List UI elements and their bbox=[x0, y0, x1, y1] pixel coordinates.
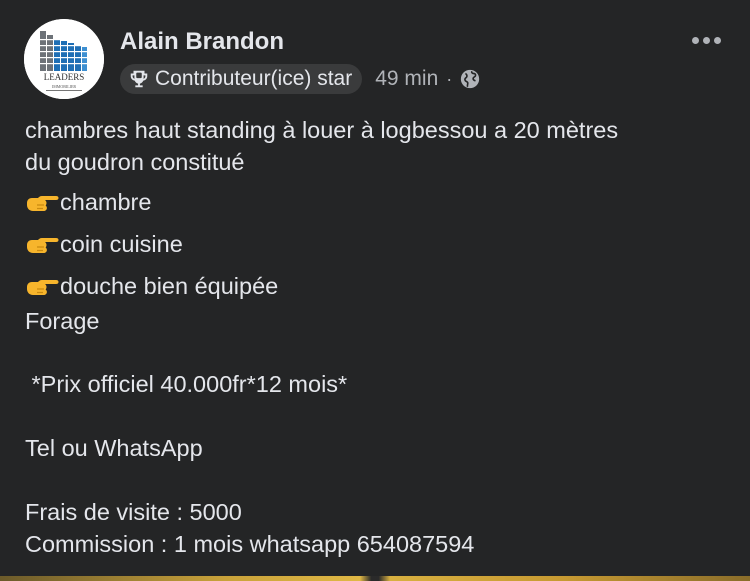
meta-separator: · bbox=[446, 68, 453, 89]
post-meta: Contributeur(ice) star 49 min · bbox=[120, 63, 481, 95]
bullet-label: douche bien équipée bbox=[60, 273, 279, 299]
badge-label: Contributeur(ice) star bbox=[155, 67, 353, 90]
bullet-label: coin cuisine bbox=[60, 231, 183, 257]
pointing-finger-emoji-icon bbox=[27, 280, 59, 295]
attached-image-edge[interactable] bbox=[0, 576, 750, 581]
author-name[interactable]: Alain Brandon bbox=[120, 28, 284, 56]
post-text-line: Forage bbox=[25, 308, 100, 334]
fees-line: Frais de visite : 5000 bbox=[25, 499, 242, 525]
post-text-line: du goudron constitué bbox=[25, 149, 245, 175]
commission-line: Commission : 1 mois whatsapp 654087594 bbox=[25, 531, 475, 557]
more-options-button[interactable] bbox=[686, 30, 726, 50]
pointing-finger-emoji-icon bbox=[27, 196, 59, 211]
svg-text:IMMOBILIER: IMMOBILIER bbox=[52, 84, 77, 89]
globe-icon[interactable] bbox=[459, 68, 481, 90]
bullet-label: chambre bbox=[60, 189, 152, 215]
post-time[interactable]: 49 min bbox=[375, 67, 438, 91]
avatar[interactable]: LEADERS IMMOBILIER bbox=[24, 19, 104, 99]
bullet-item: douche bien équipée bbox=[25, 270, 278, 302]
leaders-logo-icon: LEADERS IMMOBILIER bbox=[24, 19, 104, 99]
contributor-badge[interactable]: Contributeur(ice) star bbox=[120, 64, 363, 94]
svg-text:LEADERS: LEADERS bbox=[44, 72, 85, 82]
bullet-item: coin cuisine bbox=[25, 228, 183, 260]
price-line: *Prix officiel 40.000fr*12 mois* bbox=[25, 371, 348, 397]
bullet-item: chambre bbox=[25, 186, 151, 218]
trophy-icon bbox=[130, 70, 148, 88]
more-dots-icon bbox=[691, 36, 699, 44]
contact-line: Tel ou WhatsApp bbox=[25, 435, 203, 461]
pointing-finger-emoji-icon bbox=[27, 238, 59, 253]
post-card: LEADERS IMMOBILIER Alain Brandon Contrib… bbox=[0, 0, 750, 581]
post-text-line: chambres haut standing à louer à logbess… bbox=[25, 117, 619, 143]
